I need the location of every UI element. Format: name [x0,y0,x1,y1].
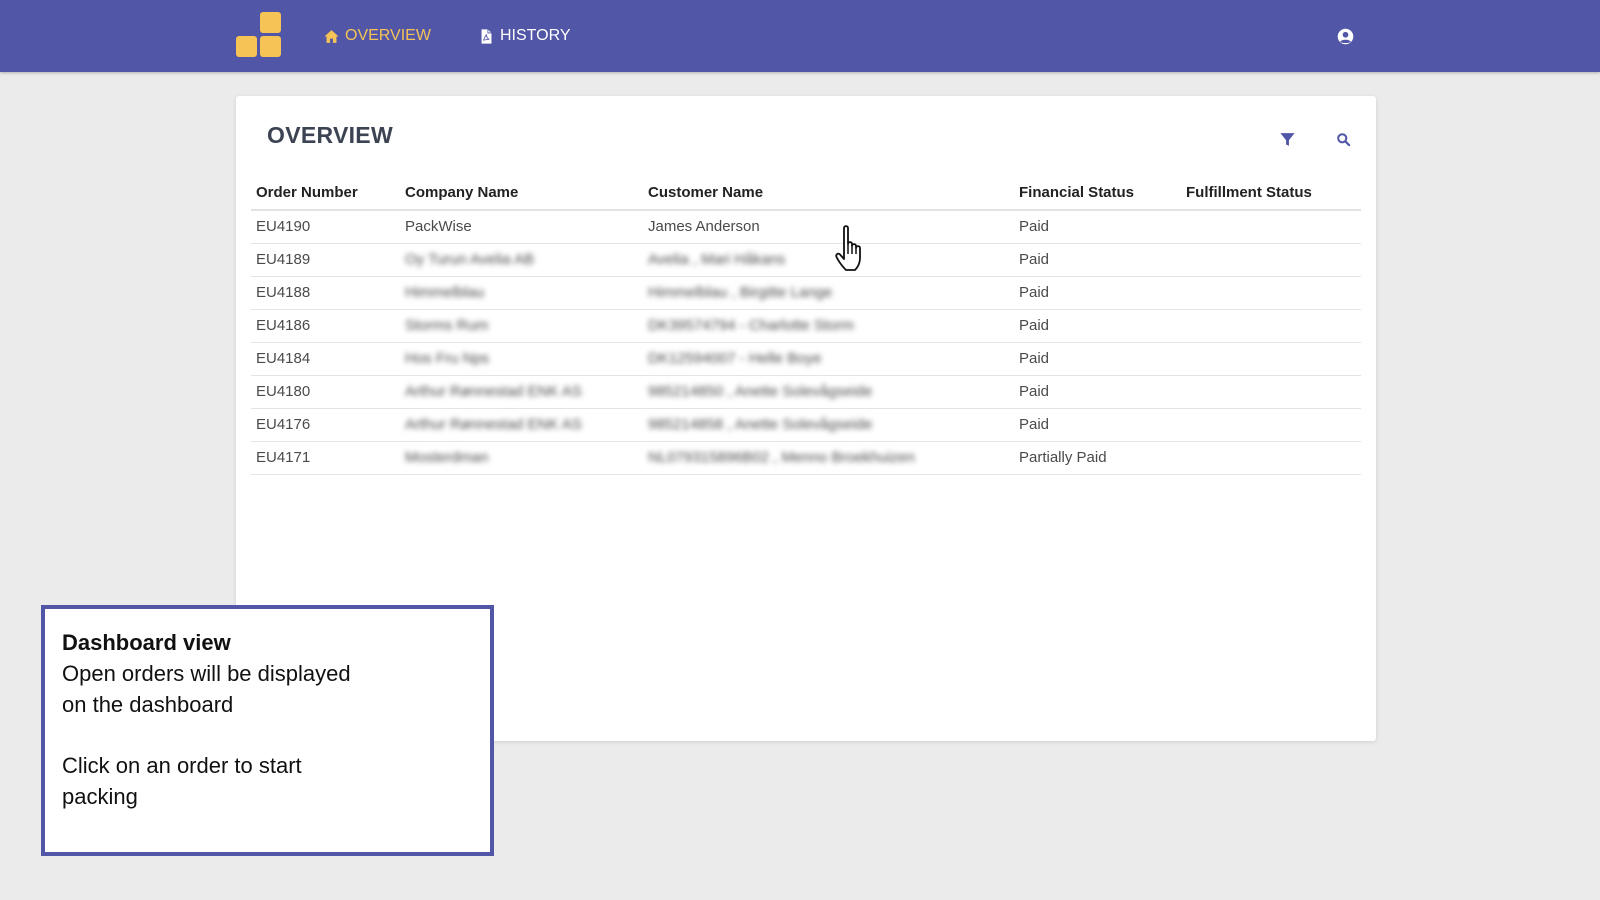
callout-title: Dashboard view [62,630,231,655]
customer-name-cell: Avelia , Mari Håkans [643,243,1014,277]
user-circle-icon [1337,28,1353,44]
table-header-row: Order Number Company Name Customer Name … [251,176,1361,211]
column-header-order-number[interactable]: Order Number [251,176,400,211]
order-number-cell: EU4189 [251,243,400,277]
column-header-company-name[interactable]: Company Name [400,176,643,211]
order-number-cell: EU4186 [251,309,400,343]
column-header-customer-name[interactable]: Customer Name [643,176,1014,211]
orders-table: Order Number Company Name Customer Name … [251,176,1361,475]
fulfillment-status-cell [1181,342,1361,376]
fulfillment-status-cell [1181,210,1361,244]
order-number-cell: EU4176 [251,408,400,442]
company-name-cell: Arthur Rønnestad ENK AS [400,375,643,409]
filter-icon [1279,132,1295,146]
table-row[interactable]: EU4180 Arthur Rønnestad ENK AS 985214850… [251,375,1361,409]
financial-status-cell: Paid [1014,375,1181,409]
order-number-cell: EU4180 [251,375,400,409]
financial-status-cell: Paid [1014,309,1181,343]
customer-name-cell: 985214858 , Anette Solevågseide [643,408,1014,442]
user-account-button[interactable] [1334,25,1356,47]
app-logo-icon[interactable] [236,12,284,60]
financial-status-cell: Paid [1014,342,1181,376]
customer-name-cell: DK12594007 - Helle Boye [643,342,1014,376]
table-row[interactable]: EU4190 PackWise James Anderson Paid [251,210,1361,244]
customer-name-cell: 985214850 , Anette Solevågseide [643,375,1014,409]
company-name-cell: Storms Rum [400,309,643,343]
top-navbar: OVERVIEW HISTORY [0,0,1600,72]
company-name-cell: Arthur Rønnestad ENK AS [400,408,643,442]
company-name-cell: Mosterdman [400,441,643,475]
order-number-cell: EU4190 [251,210,400,244]
financial-status-cell: Paid [1014,243,1181,277]
company-name-cell: Hos Fru Nps [400,342,643,376]
hand-pointer-cursor-icon [835,225,861,271]
file-pdf-icon [481,28,492,44]
fulfillment-status-cell [1181,375,1361,409]
order-number-cell: EU4184 [251,342,400,376]
fulfillment-status-cell [1181,441,1361,475]
fulfillment-status-cell [1181,243,1361,277]
table-row[interactable]: EU4176 Arthur Rønnestad ENK AS 985214858… [251,408,1361,442]
company-name-cell: PackWise [400,210,643,244]
company-name-cell: Oy Turun Avelia AB [400,243,643,277]
customer-name-cell: NL079315896B02 , Menno Broekhuizen [643,441,1014,475]
order-number-cell: EU4188 [251,276,400,310]
table-row[interactable]: EU4186 Storms Rum DK39574794 - Charlotte… [251,309,1361,343]
table-row[interactable]: EU4188 Himmelblau Himmelblau , Birgitte … [251,276,1361,310]
customer-name-cell: James Anderson [643,210,1014,244]
search-button[interactable] [1332,128,1354,150]
customer-name-cell: Himmelblau , Birgitte Lange [643,276,1014,310]
financial-status-cell: Paid [1014,276,1181,310]
callout-text-packing: Click on an order to start packing [62,753,302,809]
fulfillment-status-cell [1181,276,1361,310]
order-number-cell: EU4171 [251,441,400,475]
tutorial-callout: Dashboard view Open orders will be displ… [41,605,494,856]
table-row[interactable]: EU4184 Hos Fru Nps DK12594007 - Helle Bo… [251,342,1361,376]
financial-status-cell: Paid [1014,408,1181,442]
financial-status-cell: Partially Paid [1014,441,1181,475]
column-header-fulfillment-status[interactable]: Fulfillment Status [1181,176,1361,211]
nav-item-label: HISTORY [500,27,571,44]
company-name-cell: Himmelblau [400,276,643,310]
financial-status-cell: Paid [1014,210,1181,244]
column-header-financial-status[interactable]: Financial Status [1014,176,1181,211]
nav-item-overview[interactable]: OVERVIEW [323,25,431,47]
fulfillment-status-cell [1181,309,1361,343]
page-title: OVERVIEW [267,122,393,148]
nav-item-label: OVERVIEW [345,27,431,44]
home-icon [324,29,339,43]
fulfillment-status-cell [1181,408,1361,442]
table-row[interactable]: EU4171 Mosterdman NL079315896B02 , Menno… [251,441,1361,475]
nav-item-history[interactable]: HISTORY [478,25,571,47]
table-row[interactable]: EU4189 Oy Turun Avelia AB Avelia , Mari … [251,243,1361,277]
callout-text-dashboard: Open orders will be displayed on the das… [62,661,351,717]
customer-name-cell: DK39574794 - Charlotte Storm [643,309,1014,343]
search-icon [1336,132,1350,146]
filter-button[interactable] [1276,128,1298,150]
